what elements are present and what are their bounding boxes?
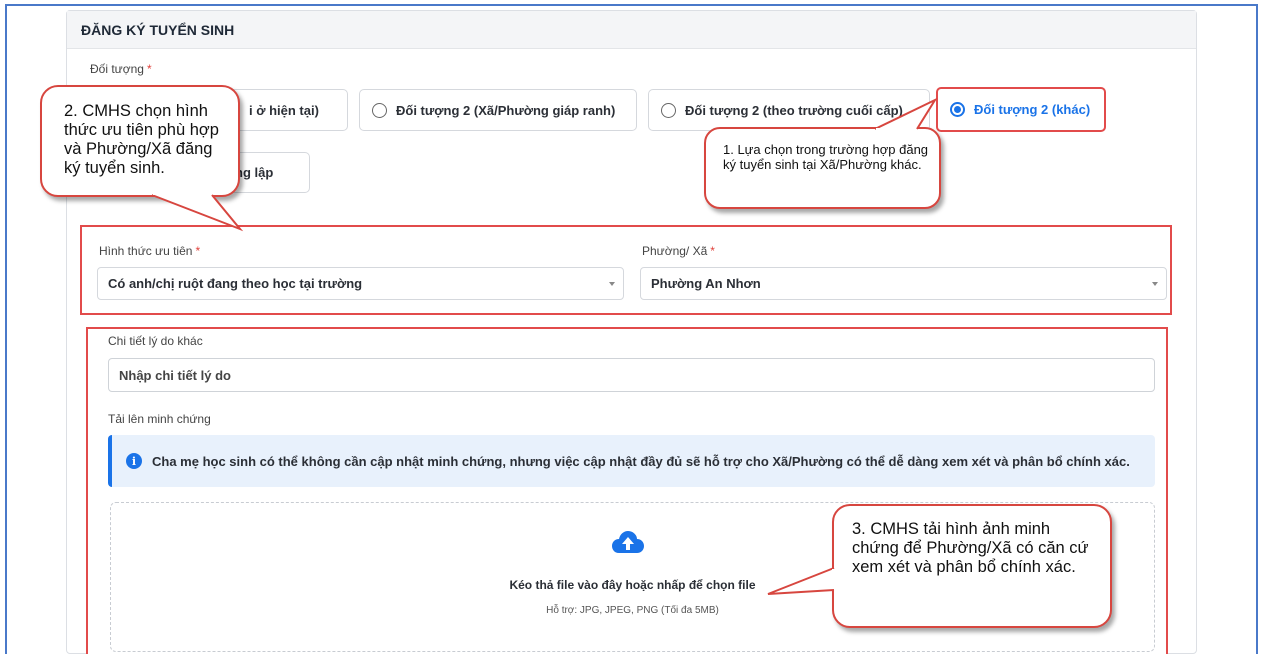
callout-step-1-text: 1. Lựa chọn trong trường hợp đăng ký tuy… (723, 142, 929, 172)
radio-circle-icon (661, 102, 676, 118)
info-alert: i Cha mẹ học sinh có thể không cần cập n… (108, 435, 1155, 487)
callout-step-3-text: 3. CMHS tải hình ảnh minh chứng để Phườn… (852, 520, 1089, 576)
radio-selected-icon (950, 102, 965, 117)
option-target-2-border[interactable]: Đối tượng 2 (Xã/Phường giáp ranh) (359, 89, 637, 131)
evidence-label: Tải lên minh chứng (108, 412, 211, 426)
ward-label: Phường/ Xã * (642, 244, 715, 258)
option-target-2-other-label: Đối tượng 2 (khác) (974, 102, 1091, 117)
details-input-placeholder: Nhập chi tiết lý do (119, 367, 231, 383)
option-target-2-border-label: Đối tượng 2 (Xã/Phường giáp ranh) (396, 102, 616, 118)
ward-select[interactable]: Phường An Nhơn (640, 267, 1167, 300)
details-input[interactable]: Nhập chi tiết lý do (108, 358, 1155, 392)
card-title: ĐĂNG KÝ TUYỂN SINH (81, 21, 235, 38)
required-mark: * (146, 62, 152, 76)
priority-select-value: Có anh/chị ruột đang theo học tại trường (108, 276, 363, 291)
ward-label-text: Phường/ Xã (642, 244, 708, 258)
radio-circle-icon (372, 102, 387, 118)
required-mark: * (195, 244, 201, 258)
caret-down-icon (1152, 282, 1158, 286)
option-target-1-label: i ở hiện tại) (249, 102, 319, 118)
info-alert-text: Cha mẹ học sinh có thể không cần cập nhậ… (152, 453, 1130, 469)
callout-step-1-tail (874, 97, 938, 132)
details-label: Chi tiết lý do khác (108, 334, 203, 348)
required-mark: * (710, 244, 715, 258)
priority-label-text: Hình thức ưu tiên (99, 244, 193, 258)
option-target-2-other[interactable]: Đối tượng 2 (khác) (936, 87, 1106, 132)
callout-step-3-tail (767, 567, 836, 595)
callout-step-2: 2. CMHS chọn hình thức ưu tiên phù hợp v… (40, 85, 240, 197)
priority-label: Hình thức ưu tiên * (99, 244, 200, 258)
cloud-upload-icon (612, 531, 644, 553)
callout-step-2-tail (151, 191, 244, 232)
priority-select[interactable]: Có anh/chị ruột đang theo học tại trường (97, 267, 624, 300)
info-icon: i (126, 453, 142, 469)
ward-select-value: Phường An Nhơn (651, 276, 761, 291)
target-label: Đối tượng * (90, 62, 152, 76)
card-header: ĐĂNG KÝ TUYỂN SINH (67, 11, 1196, 49)
callout-step-3: 3. CMHS tải hình ảnh minh chứng để Phườn… (832, 504, 1112, 628)
callout-step-2-text: 2. CMHS chọn hình thức ưu tiên phù hợp v… (64, 102, 219, 177)
target-label-text: Đối tượng (90, 62, 144, 76)
option-target-independent-label: ng lập (235, 165, 274, 180)
caret-down-icon (609, 282, 615, 286)
